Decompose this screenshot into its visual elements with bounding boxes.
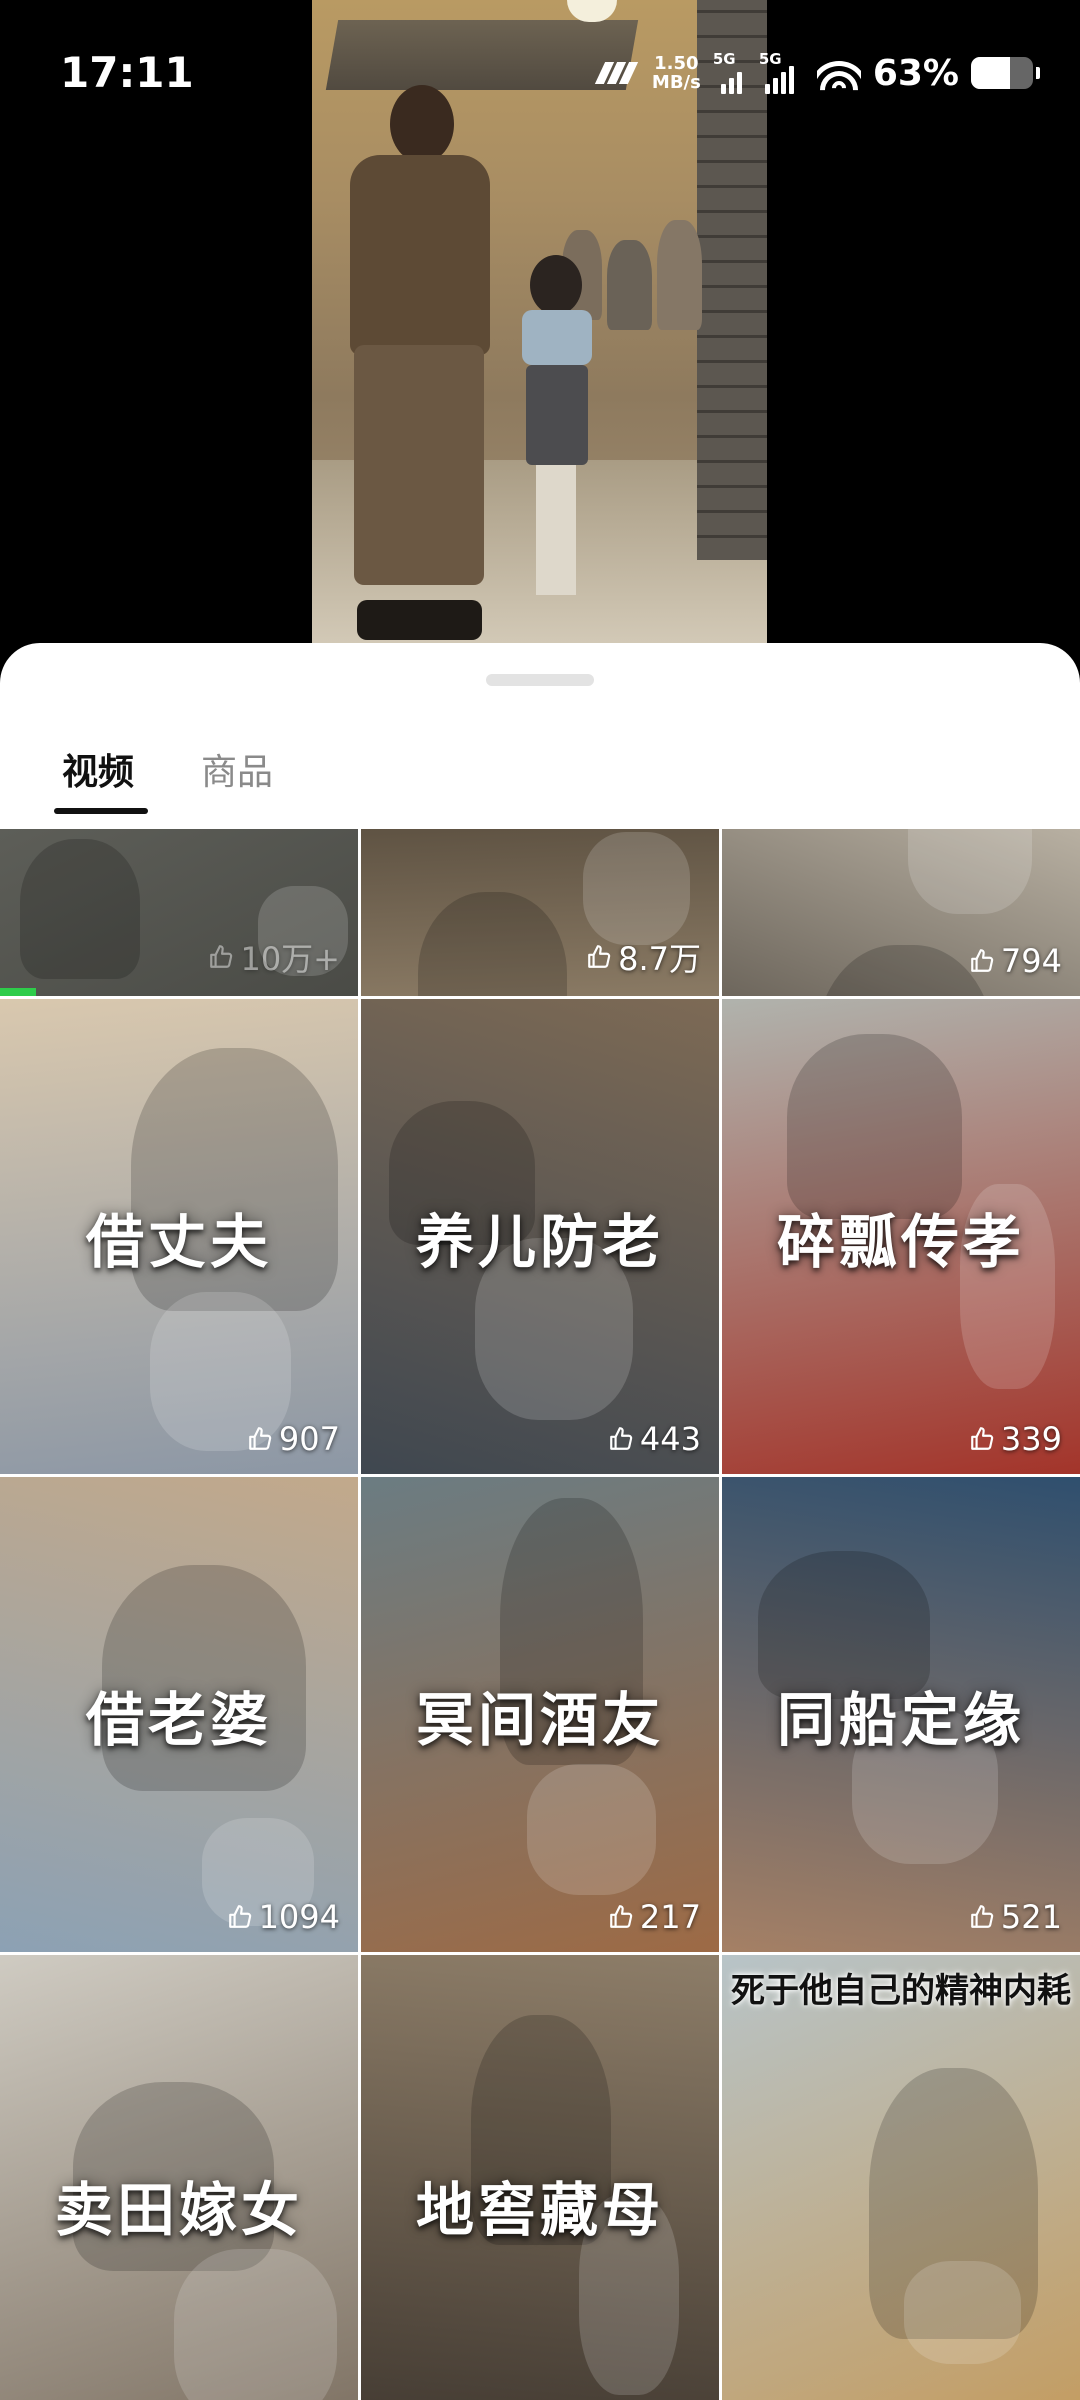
video-card[interactable]: 卖田嫁女7291 xyxy=(0,1955,358,2400)
like-count-value: 8.7万 xyxy=(618,940,701,978)
like-count: 907 xyxy=(247,1420,340,1458)
like-count-value: 907 xyxy=(278,1420,340,1458)
video-title: 借丈夫 xyxy=(85,1207,272,1276)
screen: 17:11 1.50 MB/s 5G 5G 63% 视频 商品 10万+ 8.7… xyxy=(0,0,1080,2400)
thumbnail-art xyxy=(787,1034,962,1219)
thumbs-up-icon xyxy=(971,1427,994,1450)
video-title: 借老婆 xyxy=(85,1685,272,1754)
like-count: 339 xyxy=(969,1420,1062,1458)
like-count-value: 339 xyxy=(1000,1420,1062,1458)
tab-videos[interactable]: 视频 xyxy=(62,743,134,803)
thumbnail-art xyxy=(583,832,690,945)
status-icons: 1.50 MB/s 5G 5G 63% xyxy=(594,48,1040,98)
video-card[interactable]: 8.7万 xyxy=(361,829,719,996)
thumbs-up-icon xyxy=(210,945,233,968)
video-card[interactable]: 10万+ xyxy=(0,829,358,996)
video-man-figure xyxy=(332,85,507,640)
signal-icon: 5G xyxy=(712,50,747,94)
battery-cap xyxy=(1036,67,1040,79)
thumbs-up-icon xyxy=(971,1905,994,1928)
like-count-value: 443 xyxy=(639,1420,701,1458)
video-girl-figure xyxy=(512,255,602,615)
like-count: 8.7万 xyxy=(586,934,701,980)
battery-percent: 63% xyxy=(872,52,959,94)
video-title: 冥间酒友 xyxy=(415,1685,664,1754)
status-time: 17:11 xyxy=(60,48,194,97)
thumbs-up-icon xyxy=(610,1905,633,1928)
network-speed: 1.50 MB/s xyxy=(652,54,701,92)
like-count-value: 521 xyxy=(1000,1898,1062,1936)
video-caption: 死于他自己的精神内耗 xyxy=(731,1971,1071,2011)
thumbnail-art xyxy=(174,2249,337,2400)
like-count: 521 xyxy=(969,1898,1062,1936)
video-card[interactable]: 冥间酒友 217 xyxy=(361,1477,719,1952)
thumbnail-art xyxy=(527,1764,656,1895)
like-count-value: 794 xyxy=(1000,942,1062,980)
thumbnail-art xyxy=(816,945,994,996)
like-count-value: 1094 xyxy=(258,1898,340,1936)
like-count: 10万+ xyxy=(208,934,340,980)
network-speed-value: 1.50 xyxy=(654,53,699,74)
video-title: 同船定缘 xyxy=(776,1685,1025,1754)
nfc-icon xyxy=(594,60,640,86)
tab-products[interactable]: 商品 xyxy=(201,743,273,803)
watch-progress-bar xyxy=(0,988,36,996)
active-tab-indicator xyxy=(54,808,148,814)
video-card[interactable]: 借老婆 1094 xyxy=(0,1477,358,1952)
like-count: 794 xyxy=(969,942,1062,980)
wifi-icon xyxy=(816,55,861,91)
like-count: 1094 xyxy=(227,1898,340,1936)
thumbnail-art xyxy=(418,892,567,996)
thumbs-up-icon xyxy=(228,1905,251,1928)
sim2-label: 5G xyxy=(758,50,782,68)
video-card[interactable]: 地窖藏母2497 xyxy=(361,1955,719,2400)
thumbs-up-icon xyxy=(610,1427,633,1450)
video-title: 卖田嫁女 xyxy=(54,2176,303,2244)
video-title: 养儿防老 xyxy=(415,1207,664,1276)
video-card[interactable]: 同船定缘 521 xyxy=(722,1477,1080,1952)
like-count-value: 217 xyxy=(639,1898,701,1936)
thumbs-up-icon xyxy=(588,945,611,968)
signal-icon: 5G xyxy=(758,50,805,94)
video-card[interactable]: 养儿防老 443 xyxy=(361,999,719,1474)
like-count: 443 xyxy=(608,1420,701,1458)
like-count-value: 10万+ xyxy=(240,940,340,978)
drag-handle[interactable] xyxy=(486,674,594,686)
thumbnail-art xyxy=(20,839,140,979)
thumbs-up-icon xyxy=(249,1427,272,1450)
video-card[interactable]: 794 xyxy=(722,829,1080,996)
video-title: 碎瓢传孝 xyxy=(776,1207,1025,1276)
thumbnail-art xyxy=(908,829,1032,914)
battery-icon xyxy=(971,57,1033,89)
sim1-label: 5G xyxy=(712,50,736,68)
tab-bar: 视频 商品 xyxy=(0,743,1080,815)
bottom-sheet: 视频 商品 10万+ 8.7万 794 借丈夫 907 养儿防老 443 碎瓢传孝 339 借老婆… xyxy=(0,643,1080,2400)
video-title: 地窖藏母 xyxy=(415,2176,664,2244)
like-count: 217 xyxy=(608,1898,701,1936)
status-bar: 17:11 1.50 MB/s 5G 5G 63% xyxy=(0,0,1080,140)
video-card[interactable]: 碎瓢传孝 339 xyxy=(722,999,1080,1474)
video-card[interactable]: 死于他自己的精神内耗566 xyxy=(722,1955,1080,2400)
thumbs-up-icon xyxy=(971,949,994,972)
video-card[interactable]: 借丈夫 907 xyxy=(0,999,358,1474)
battery-fill xyxy=(971,57,1011,89)
thumbnail-art xyxy=(904,2261,1021,2364)
network-speed-unit: MB/s xyxy=(651,72,701,93)
